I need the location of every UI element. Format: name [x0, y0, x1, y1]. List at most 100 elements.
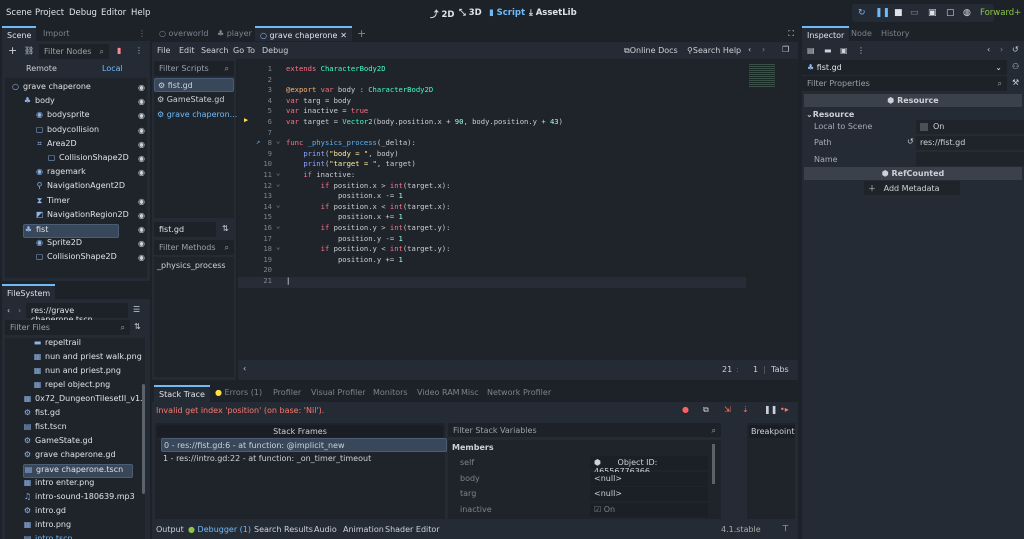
play-custom-icon[interactable]: ▢: [946, 8, 955, 18]
tab-scene[interactable]: Scene: [2, 26, 37, 41]
scene-node[interactable]: ◩ NavigationRegion2D: [35, 210, 147, 224]
debugger-tab[interactable]: ● Errors (1): [210, 385, 267, 402]
tab-overworld[interactable]: ○ overworld: [154, 26, 213, 41]
remote-button[interactable]: Remote: [26, 64, 57, 73]
scene-node[interactable]: ◉ Sprite2D: [35, 238, 147, 252]
scene-node[interactable]: ◉ ragemark: [35, 167, 147, 181]
stop-icon[interactable]: ■: [894, 8, 903, 18]
fold-arrow-icon[interactable]: ⌄: [276, 200, 280, 209]
file-item[interactable]: ▦ intro enter.png: [23, 478, 145, 492]
tab-inspector[interactable]: Inspector: [802, 26, 850, 41]
tab-history[interactable]: History: [876, 26, 914, 41]
float-window-icon[interactable]: ❐: [782, 45, 789, 54]
distraction-free-icon[interactable]: ⛶: [788, 29, 794, 39]
visibility-eye-icon[interactable]: ◉: [138, 239, 145, 248]
visibility-eye-icon[interactable]: ◉: [138, 111, 145, 120]
menu-dots-icon[interactable]: ⋮: [138, 29, 146, 38]
menu-project[interactable]: Project: [35, 8, 64, 18]
add-node-icon[interactable]: +: [8, 44, 17, 57]
stack-frame-row[interactable]: 1 - res://intro.gd:22 - at function: _on…: [161, 452, 451, 466]
path-field[interactable]: res://fist.gd: [916, 136, 1024, 150]
variable-value[interactable]: ☑ On: [590, 502, 708, 517]
stack-frame-row[interactable]: 0 - res://fist.gd:6 - at function: @impl…: [161, 438, 447, 452]
visibility-eye-icon[interactable]: ◉: [138, 168, 145, 177]
file-item[interactable]: ▦0x72_DungeonTilesetII_v1.7.png: [23, 394, 145, 408]
file-item[interactable]: ♫ intro-sound-180639.mp3: [23, 492, 145, 506]
scrollbar[interactable]: [142, 384, 145, 494]
fold-arrow-icon[interactable]: ⌄: [276, 168, 280, 177]
reload-icon[interactable]: ↻: [858, 8, 866, 18]
menu-scene[interactable]: Scene: [6, 8, 32, 18]
forward-icon[interactable]: ›: [762, 45, 765, 54]
history-icon[interactable]: ↺: [1012, 45, 1019, 54]
code-editor[interactable]: ▶ ↗ 1 extends CharacterBody2D 2 3 @export va…: [238, 60, 798, 360]
visibility-eye-icon[interactable]: ◉: [138, 140, 145, 149]
bottom-tab-3[interactable]: Audio: [314, 525, 337, 534]
local-to-scene-checkbox[interactable]: On: [916, 120, 1024, 134]
menu-dots-icon[interactable]: ⋮: [857, 46, 865, 55]
name-field[interactable]: [916, 152, 1024, 166]
file-item[interactable]: ▬ repeltrail: [33, 338, 145, 352]
object-icon[interactable]: ⚇: [1012, 62, 1019, 71]
close-icon[interactable]: ✕: [340, 31, 347, 40]
add-tab-icon[interactable]: +: [357, 27, 366, 40]
visibility-eye-icon[interactable]: ◉: [138, 211, 145, 220]
renderer-select[interactable]: Forward+: [980, 8, 1021, 18]
file-item[interactable]: ⚙ GameState.gd: [23, 436, 145, 450]
debugger-tab[interactable]: Visual Profiler: [306, 385, 371, 402]
tab-player[interactable]: ♣ player: [212, 26, 257, 41]
fold-arrow-icon[interactable]: ⌄: [276, 242, 280, 251]
script-item-fist[interactable]: ⚙ fist.gd: [154, 78, 234, 92]
script-menu-debug[interactable]: Debug: [262, 46, 288, 55]
file-item[interactable]: ▤ intro.tscn: [23, 534, 145, 539]
attach-script-icon[interactable]: ▮: [117, 46, 121, 55]
menu-help[interactable]: Help: [131, 8, 150, 18]
variable-value[interactable]: <null>: [590, 471, 708, 486]
sort-icon[interactable]: ⇅: [134, 322, 141, 331]
scene-node[interactable]: ⧗ Timer: [35, 196, 147, 210]
script-button[interactable]: ▮ Script: [489, 8, 525, 18]
open-icon[interactable]: ▬: [824, 46, 832, 55]
minimap[interactable]: [746, 60, 796, 100]
menu-dots-icon[interactable]: ⋮: [135, 46, 143, 55]
save-icon[interactable]: ▣: [840, 46, 848, 55]
menu-editor[interactable]: Editor: [101, 8, 126, 18]
tab-filesystem[interactable]: FileSystem: [2, 284, 56, 299]
resource-selector[interactable]: ♣ fist.gd ⌄: [802, 60, 1007, 75]
back-icon[interactable]: ‹: [7, 306, 10, 315]
path-field[interactable]: res://grave chaperone.tscn: [26, 303, 128, 324]
break-icon[interactable]: ❚❚: [764, 405, 777, 414]
tab-grave-chaperone[interactable]: ○ grave chaperone ✕: [255, 26, 352, 41]
back-icon[interactable]: ‹: [987, 45, 990, 54]
scene-node[interactable]: ▢ bodycollision: [35, 125, 147, 139]
add-metadata-button[interactable]: ＋ Add Metadata: [864, 181, 960, 195]
back-icon[interactable]: ‹: [748, 45, 751, 54]
scene-node[interactable]: ⚲ NavigationAgent2D: [35, 181, 147, 195]
step-into-icon[interactable]: ⇲: [724, 405, 731, 414]
script-menu-file[interactable]: File: [157, 46, 170, 55]
sort-icon[interactable]: ⇅: [222, 224, 229, 233]
tab-node[interactable]: Node: [846, 26, 877, 41]
toggle-scripts-panel-icon[interactable]: ‹: [243, 364, 246, 373]
debugger-tab[interactable]: Network Profiler: [482, 385, 556, 402]
file-item[interactable]: ▦ intro.png: [23, 520, 145, 534]
expand-panel-icon[interactable]: ⊤: [782, 524, 789, 533]
bottom-tab-2[interactable]: Search Results: [254, 525, 313, 534]
scene-node[interactable]: ○ grave chaperone: [11, 82, 147, 96]
pause-icon[interactable]: ❚❚: [875, 8, 890, 18]
bottom-tab-4[interactable]: Animation: [343, 525, 384, 534]
filter-properties-input[interactable]: Filter Properties ⌕: [802, 76, 1007, 91]
new-resource-icon[interactable]: ▤: [807, 46, 815, 55]
forward-icon[interactable]: ›: [18, 306, 21, 315]
scene-node[interactable]: ▢ CollisionShape2D: [35, 252, 147, 266]
script-menu-edit[interactable]: Edit: [179, 46, 195, 55]
visibility-eye-icon[interactable]: ◉: [138, 126, 145, 135]
script-menu-search[interactable]: Search: [201, 46, 228, 55]
play-scene-icon[interactable]: ▣: [928, 8, 937, 18]
method-item[interactable]: _physics_process: [154, 259, 234, 273]
file-item[interactable]: ▦ nun and priest walk.png: [33, 352, 145, 366]
scene-node[interactable]: ♣ fist: [23, 224, 119, 238]
resource-group[interactable]: ⌄Resource: [806, 110, 854, 119]
script-item-gamestate[interactable]: ⚙ GameState.gd: [154, 93, 234, 107]
scene-node[interactable]: ♣ body: [23, 96, 147, 110]
